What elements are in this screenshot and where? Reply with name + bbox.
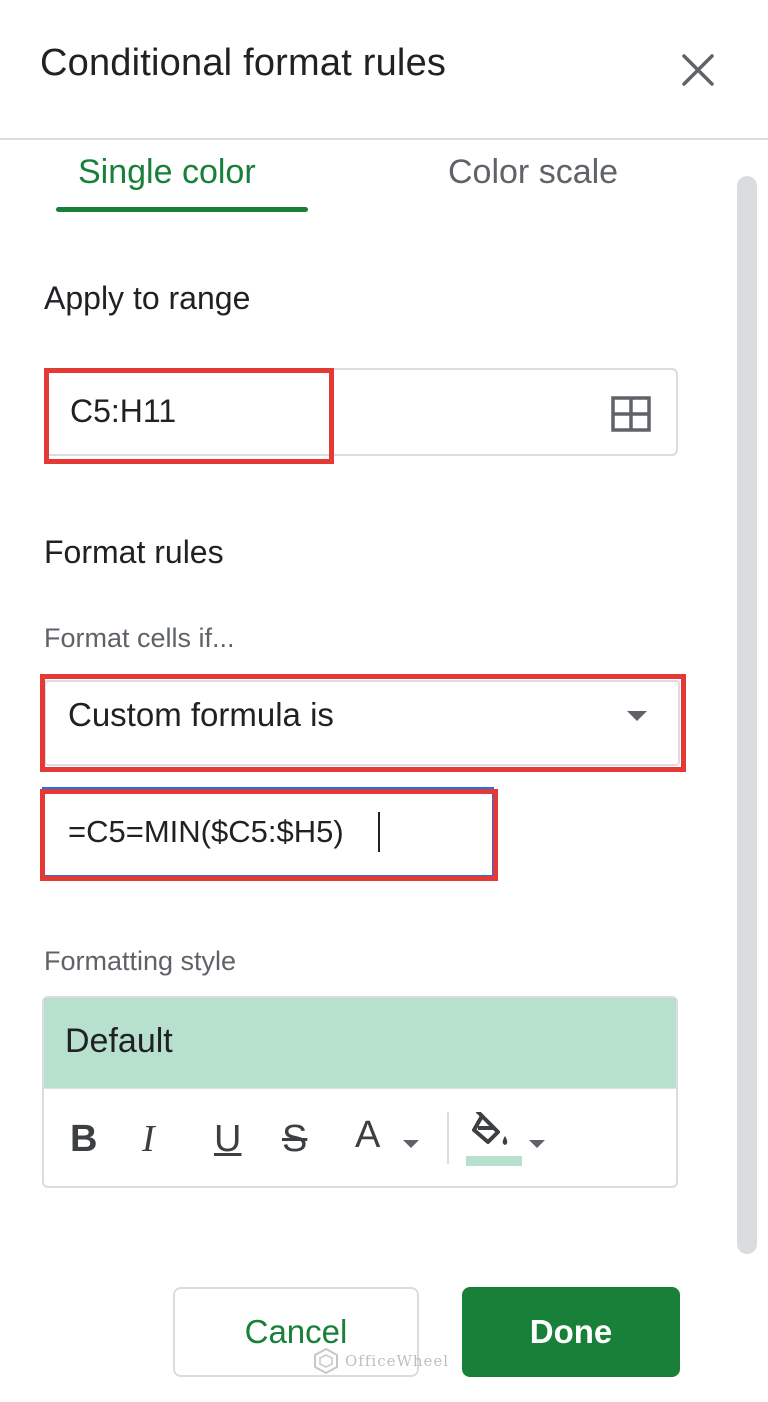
tab-color-scale[interactable]: Color scale [448,153,618,192]
select-range-button[interactable] [611,396,651,432]
text-cursor [378,812,380,852]
format-cells-if-label: Format cells if... [44,623,235,653]
active-tab-indicator [56,207,308,212]
formatting-style-label: Formatting style [44,946,237,976]
paint-bucket-icon [472,1110,508,1145]
strikethrough-button[interactable]: S [282,1116,307,1162]
format-rules-label: Format rules [44,534,224,570]
bold-button[interactable]: B [70,1116,97,1162]
style-divider [44,1088,676,1089]
range-input-value[interactable]: C5:H11 [70,393,176,430]
header-divider [0,138,768,140]
apply-to-range-label: Apply to range [44,280,251,316]
underline-button[interactable]: U [214,1116,241,1162]
tab-single-color[interactable]: Single color [78,153,256,192]
fill-color-chevron-down-icon[interactable] [529,1140,545,1148]
style-preset-label[interactable]: Default [65,1022,173,1061]
watermark: OfficeWheel [313,1346,449,1376]
watermark-text: OfficeWheel [345,1352,450,1370]
dialog-title: Conditional format rules [40,42,447,84]
fill-color-swatch [466,1156,522,1166]
custom-formula-value[interactable]: =C5=MIN($C5:$H5) [68,814,344,850]
italic-button[interactable]: I [142,1116,155,1162]
scrollbar[interactable] [737,176,757,1254]
toolbar-separator [447,1112,449,1164]
watermark-logo-icon [314,1347,338,1375]
fill-color-button[interactable] [472,1110,514,1152]
text-color-chevron-down-icon[interactable] [403,1140,419,1148]
chevron-down-icon[interactable] [627,711,647,721]
text-color-button[interactable]: A [355,1112,380,1158]
done-button[interactable]: Done [462,1287,680,1377]
condition-dropdown-value[interactable]: Custom formula is [68,696,334,734]
close-icon [682,54,714,86]
close-button[interactable] [676,48,720,92]
select-range-grid-icon [611,396,651,432]
